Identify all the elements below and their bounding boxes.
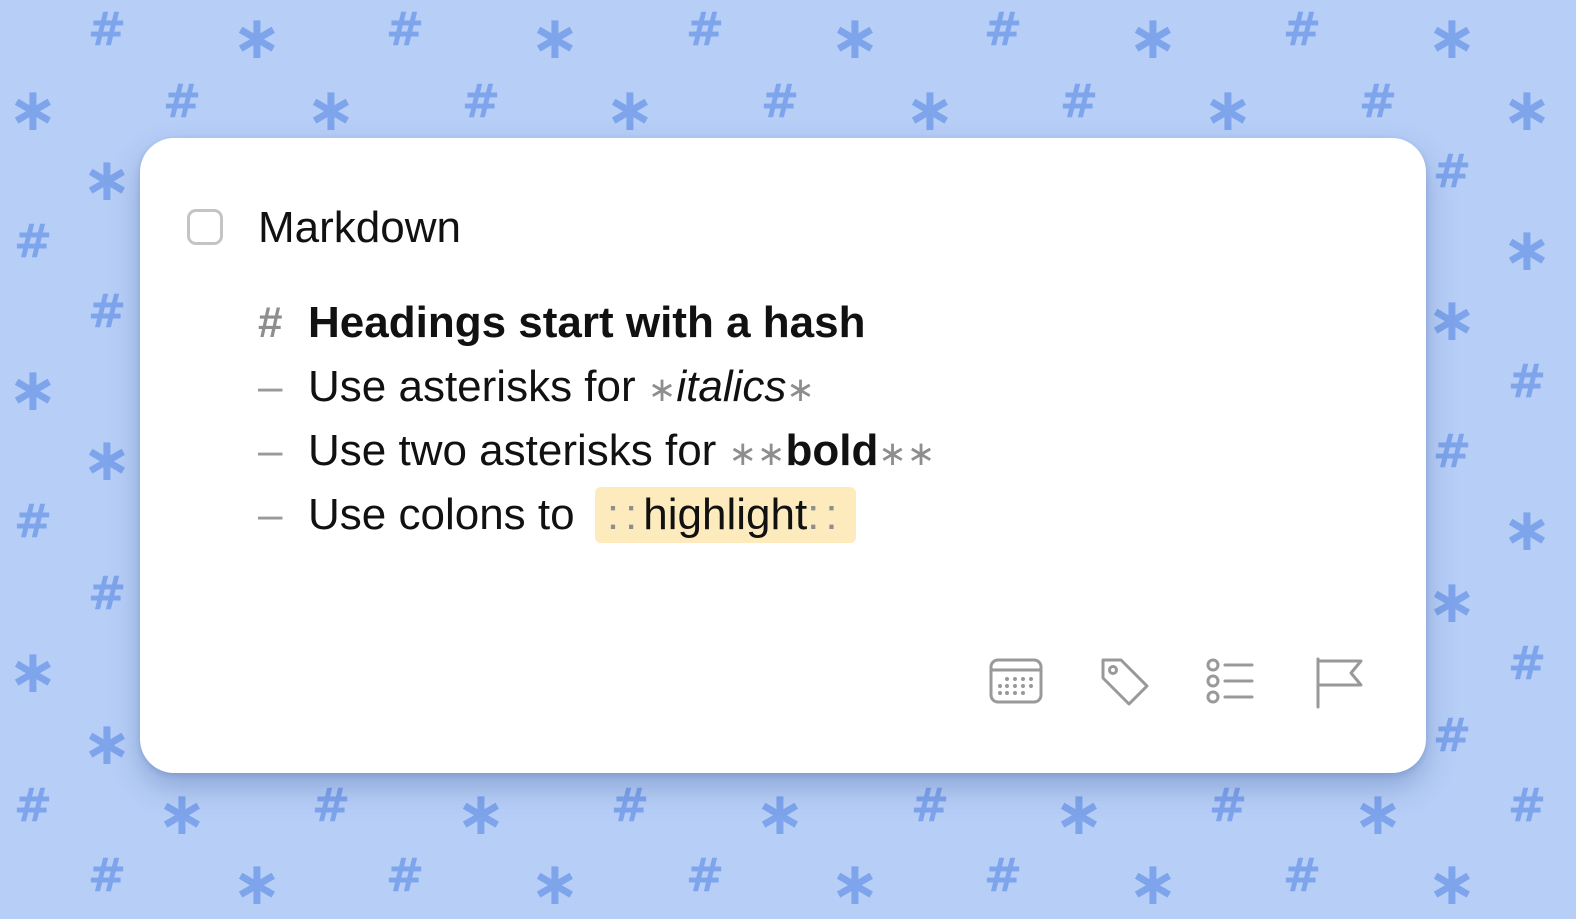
background-asterisk-symbol: ∗ — [81, 425, 133, 495]
background-hash-symbol: # — [1432, 708, 1472, 762]
background-asterisk-symbol: ∗ — [1352, 779, 1404, 849]
background-hash-symbol: # — [1507, 354, 1547, 408]
background-hash-symbol: # — [1507, 778, 1547, 832]
background-asterisk-symbol: ∗ — [7, 75, 59, 145]
todo-toolbar — [986, 654, 1366, 710]
italic-close-marker: ∗ — [786, 370, 815, 410]
background-asterisk-symbol: ∗ — [529, 3, 581, 73]
bold-open-marker: ∗∗ — [728, 434, 786, 474]
tags-button[interactable] — [1094, 654, 1154, 710]
list-dash: – — [258, 362, 283, 411]
list-item: – Use asterisks for ∗italics∗ — [258, 355, 935, 419]
background-hash-symbol: # — [385, 2, 425, 56]
background-asterisk-symbol: ∗ — [1202, 75, 1254, 145]
background-hash-symbol: # — [760, 74, 800, 128]
background-hash-symbol: # — [87, 848, 127, 902]
background-hash-symbol: # — [1358, 74, 1398, 128]
background-asterisk-symbol: ∗ — [7, 355, 59, 425]
list-dash: – — [258, 426, 283, 475]
background-hash-symbol: # — [983, 2, 1023, 56]
highlight-close-marker: :: — [807, 490, 844, 539]
background-hash-symbol: # — [461, 74, 501, 128]
italic-open-marker: ∗ — [647, 370, 677, 410]
todo-notes[interactable]: # Headings start with a hash – Use asteris… — [258, 291, 935, 547]
background-asterisk-symbol: ∗ — [231, 849, 283, 919]
italic-text: italics — [676, 362, 787, 411]
background-asterisk-symbol: ∗ — [1127, 3, 1179, 73]
background-asterisk-symbol: ∗ — [1426, 285, 1478, 355]
background-hash-symbol: # — [385, 848, 425, 902]
background-asterisk-symbol: ∗ — [604, 75, 656, 145]
checklist-icon — [1206, 658, 1254, 704]
background-hash-symbol: # — [1059, 74, 1099, 128]
background-hash-symbol: # — [87, 566, 127, 620]
todo-checkbox[interactable] — [187, 209, 223, 245]
when-button[interactable] — [986, 654, 1046, 710]
list-item-text: Use two asterisks for — [308, 426, 729, 475]
background-hash-symbol: # — [311, 778, 351, 832]
notes-heading-line: # Headings start with a hash — [258, 291, 935, 355]
tag-icon — [1101, 658, 1149, 706]
highlight-open-marker: :: — [606, 490, 644, 539]
background-hash-symbol: # — [1432, 144, 1472, 198]
notes-heading: Headings start with a hash — [308, 298, 866, 347]
background-hash-symbol: # — [910, 778, 950, 832]
background-asterisk-symbol: ∗ — [829, 849, 881, 919]
background-hash-symbol: # — [87, 2, 127, 56]
background-asterisk-symbol: ∗ — [1501, 215, 1553, 285]
highlight-text: highlight — [643, 490, 808, 539]
background-hash-symbol: # — [1282, 848, 1322, 902]
bold-close-marker: ∗∗ — [878, 434, 936, 474]
background-hash-symbol: # — [1432, 424, 1472, 478]
background-hash-symbol: # — [87, 284, 127, 338]
calendar-icon — [989, 658, 1043, 704]
background-hash-symbol: # — [983, 848, 1023, 902]
background-asterisk-symbol: ∗ — [1501, 495, 1553, 565]
background-hash-symbol: # — [610, 778, 650, 832]
background-asterisk-symbol: ∗ — [305, 75, 357, 145]
background-hash-symbol: # — [1282, 2, 1322, 56]
heading-hash-marker: # — [258, 298, 283, 347]
background-asterisk-symbol: ∗ — [1053, 779, 1105, 849]
deadline-button[interactable] — [1306, 654, 1366, 710]
background-asterisk-symbol: ∗ — [455, 779, 507, 849]
list-item: – Use two asterisks for ∗∗bold∗∗ — [258, 419, 935, 483]
background-asterisk-symbol: ∗ — [1127, 849, 1179, 919]
bold-text: bold — [785, 426, 879, 475]
background-asterisk-symbol: ∗ — [231, 3, 283, 73]
background-asterisk-symbol: ∗ — [1426, 849, 1478, 919]
background-hash-symbol: # — [13, 778, 53, 832]
background-hash-symbol: # — [685, 2, 725, 56]
list-dash: – — [258, 490, 283, 539]
list-item: – Use colons to ::highlight:: — [258, 483, 935, 547]
background-asterisk-symbol: ∗ — [7, 637, 59, 707]
background-asterisk-symbol: ∗ — [904, 75, 956, 145]
background-asterisk-symbol: ∗ — [529, 849, 581, 919]
background-asterisk-symbol: ∗ — [1426, 3, 1478, 73]
list-item-text: Use asterisks for — [308, 362, 648, 411]
list-item-text: Use colons to — [308, 490, 587, 539]
background-hash-symbol: # — [162, 74, 202, 128]
background-asterisk-symbol: ∗ — [1501, 75, 1553, 145]
background-asterisk-symbol: ∗ — [1426, 567, 1478, 637]
background-hash-symbol: # — [685, 848, 725, 902]
checklist-button[interactable] — [1200, 654, 1260, 710]
background-asterisk-symbol: ∗ — [156, 779, 208, 849]
background-hash-symbol: # — [1208, 778, 1248, 832]
background-hash-symbol: # — [1507, 636, 1547, 690]
background-hash-symbol: # — [13, 494, 53, 548]
todo-title[interactable]: Markdown — [258, 202, 461, 254]
background-asterisk-symbol: ∗ — [81, 145, 133, 215]
todo-card: Markdown # Headings start with a hash – Us… — [140, 138, 1426, 773]
background-asterisk-symbol: ∗ — [81, 709, 133, 779]
highlight-span: ::highlight:: — [594, 487, 856, 543]
background-asterisk-symbol: ∗ — [754, 779, 806, 849]
background-asterisk-symbol: ∗ — [829, 3, 881, 73]
flag-icon — [1316, 657, 1363, 709]
background-hash-symbol: # — [13, 214, 53, 268]
